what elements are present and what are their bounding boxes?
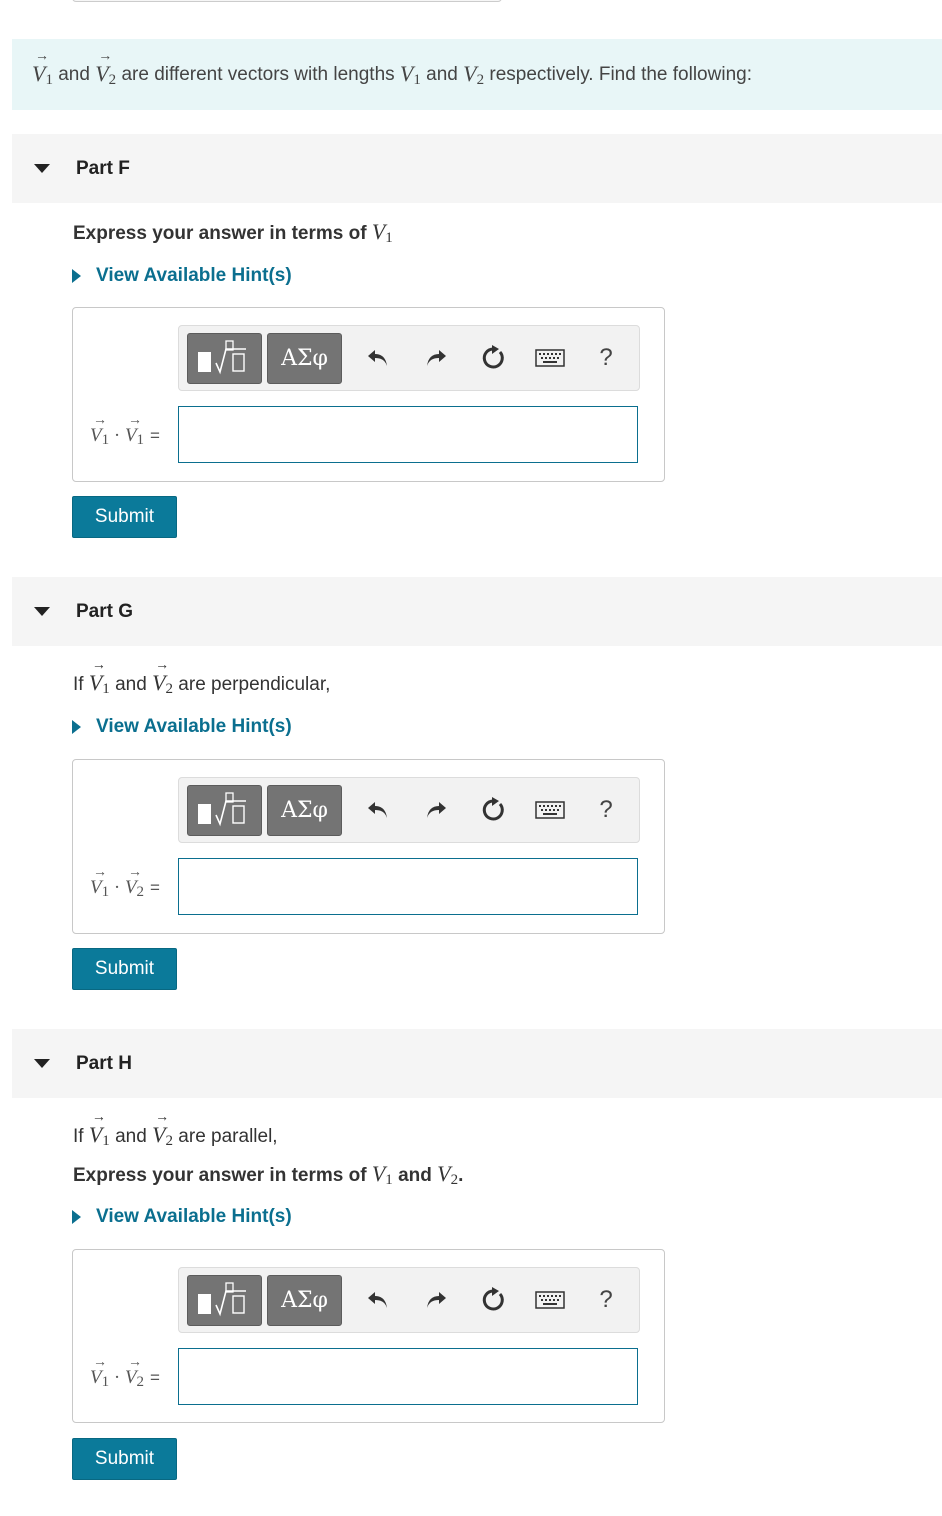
- part-g-header[interactable]: Part G: [12, 577, 942, 646]
- expand-triangle-icon: [72, 269, 81, 283]
- answer-lhs: V1 · V2=: [90, 1355, 160, 1391]
- math-toolbar: ΑΣφ ?: [178, 777, 640, 843]
- greek-symbols-button[interactable]: ΑΣφ: [267, 1275, 342, 1326]
- help-icon[interactable]: ?: [589, 793, 623, 827]
- submit-button[interactable]: Submit: [72, 948, 177, 990]
- keyboard-icon[interactable]: [533, 341, 567, 375]
- submit-button[interactable]: Submit: [72, 1438, 177, 1480]
- keyboard-icon[interactable]: [533, 1283, 567, 1317]
- previous-section-edge: [72, 0, 502, 2]
- undo-icon[interactable]: [361, 341, 395, 375]
- collapse-caret-icon[interactable]: [34, 607, 50, 616]
- reset-icon[interactable]: [476, 341, 510, 375]
- part-f-header[interactable]: Part F: [12, 134, 942, 203]
- help-icon[interactable]: ?: [589, 1283, 623, 1317]
- part-f-instruction: Express your answer in terms of V1: [73, 219, 393, 246]
- redo-icon[interactable]: [419, 1283, 453, 1317]
- redo-icon[interactable]: [419, 341, 453, 375]
- view-hints-link[interactable]: View Available Hint(s): [72, 716, 292, 738]
- answer-input[interactable]: [178, 406, 638, 463]
- keyboard-icon[interactable]: [533, 793, 567, 827]
- answer-box: ΑΣφ ? V1 · V1=: [72, 307, 665, 482]
- view-hints-link[interactable]: View Available Hint(s): [72, 265, 292, 287]
- intro-text-mid: are different vectors with lengths: [121, 63, 395, 85]
- templates-icon: [198, 340, 246, 375]
- vector-v2: V2: [95, 49, 116, 89]
- part-h-header[interactable]: Part H: [12, 1029, 942, 1098]
- answer-lhs: V1 · V2=: [90, 865, 160, 901]
- length-v2: V2: [463, 60, 485, 88]
- submit-button[interactable]: Submit: [72, 496, 177, 538]
- answer-input[interactable]: [178, 1348, 638, 1405]
- undo-icon[interactable]: [361, 793, 395, 827]
- collapse-caret-icon[interactable]: [34, 164, 50, 173]
- expand-triangle-icon: [72, 1210, 81, 1224]
- problem-intro: V1 and V2 are different vectors with len…: [12, 39, 942, 110]
- redo-icon[interactable]: [419, 793, 453, 827]
- intro-and-1: and: [58, 63, 90, 85]
- greek-symbols-button[interactable]: ΑΣφ: [267, 333, 342, 384]
- templates-button[interactable]: [187, 1275, 262, 1326]
- help-icon[interactable]: ?: [589, 341, 623, 375]
- part-title: Part H: [76, 1052, 132, 1074]
- vector-v1: V1: [32, 49, 53, 89]
- part-title: Part G: [76, 600, 134, 622]
- part-title: Part F: [76, 157, 130, 179]
- part-h-condition: If V1 and V2 are parallel,: [73, 1110, 278, 1150]
- part-h-instruction: Express your answer in terms of V1 and V…: [73, 1161, 464, 1188]
- length-v1: V1: [399, 60, 421, 88]
- answer-box: ΑΣφ ? V1 · V2=: [72, 1249, 665, 1423]
- templates-button[interactable]: [187, 785, 262, 836]
- part-g-condition: If V1 and V2 are perpendicular,: [73, 658, 330, 698]
- math-toolbar: ΑΣφ ?: [178, 325, 640, 391]
- templates-icon: [198, 1282, 246, 1317]
- intro-and-2: and: [426, 63, 458, 85]
- templates-icon: [198, 792, 246, 827]
- collapse-caret-icon[interactable]: [34, 1059, 50, 1068]
- view-hints-link[interactable]: View Available Hint(s): [72, 1206, 292, 1228]
- answer-lhs: V1 · V1=: [90, 413, 160, 449]
- templates-button[interactable]: [187, 333, 262, 384]
- answer-box: ΑΣφ ? V1 · V2=: [72, 759, 665, 934]
- greek-symbols-button[interactable]: ΑΣφ: [267, 785, 342, 836]
- intro-text-end: respectively. Find the following:: [489, 63, 752, 85]
- undo-icon[interactable]: [361, 1283, 395, 1317]
- answer-input[interactable]: [178, 858, 638, 915]
- math-toolbar: ΑΣφ ?: [178, 1267, 640, 1333]
- expand-triangle-icon: [72, 720, 81, 734]
- reset-icon[interactable]: [476, 1283, 510, 1317]
- reset-icon[interactable]: [476, 793, 510, 827]
